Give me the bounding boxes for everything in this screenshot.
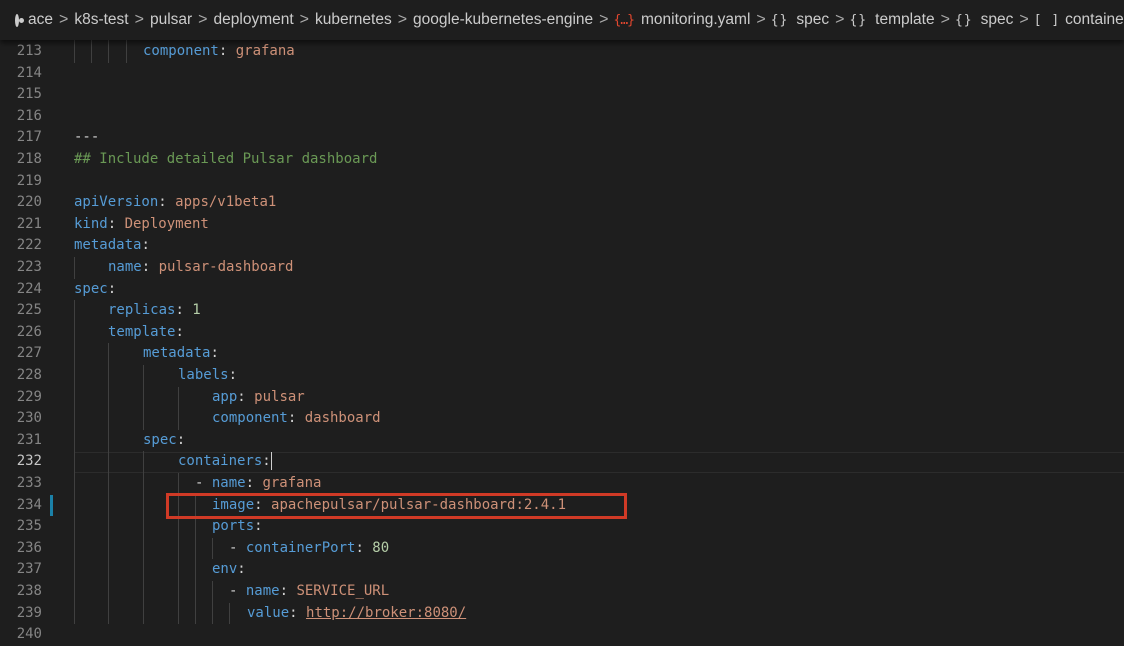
source-control-icon: [15, 13, 24, 27]
breadcrumb-item-file[interactable]: monitoring.yaml: [640, 11, 751, 29]
line-number: 214: [16, 64, 42, 81]
code-line: 226 template:: [0, 321, 1124, 344]
code-line: 238 - name: SERVICE_URL: [0, 581, 1124, 603]
line-number: 236: [16, 539, 42, 556]
code-line: 221 kind: Deployment: [0, 214, 1124, 236]
line-number: 229: [16, 388, 42, 405]
line-number: 213: [16, 43, 42, 59]
document-separator: ---: [74, 129, 100, 146]
chevron-right-icon: >: [134, 11, 144, 28]
breadcrumb-item-spec[interactable]: spec: [795, 11, 830, 29]
service-url-link[interactable]: http://broker:8080/: [306, 605, 466, 621]
breadcrumb-item-template[interactable]: template: [874, 11, 935, 29]
breadcrumb-item-containers[interactable]: containers: [1064, 11, 1124, 29]
code-line: 236 - containerPort: 80: [0, 537, 1124, 560]
code-line: 224 spec:: [0, 279, 1124, 301]
object-symbol-icon: {}: [849, 12, 868, 28]
breadcrumb-item-kubernetes[interactable]: kubernetes: [314, 11, 393, 29]
code-line: 219: [0, 171, 1124, 193]
code-line: 220 apiVersion: apps/v1beta1: [0, 192, 1124, 214]
yaml-file-icon: {…}: [613, 12, 636, 28]
breadcrumb-item-gke[interactable]: google-kubernetes-engine: [412, 11, 594, 29]
breadcrumb-item-ace[interactable]: ace: [27, 11, 54, 29]
line-number: 217: [16, 129, 42, 146]
line-number: 226: [16, 323, 42, 340]
code-line: 239 value: http://broker:8080/: [0, 602, 1124, 625]
code-line: 229 app: pulsar: [0, 386, 1124, 409]
line-number: 234: [16, 496, 42, 513]
text-cursor: [270, 452, 272, 471]
code-line: 233 - name: grafana: [0, 473, 1124, 495]
code-line: 223 name: pulsar-dashboard: [0, 257, 1124, 279]
object-symbol-icon: {}: [770, 12, 789, 28]
code-line: 240: [0, 624, 1124, 646]
line-number: 220: [16, 194, 42, 211]
code-line: 222 metadata:: [0, 235, 1124, 257]
chevron-right-icon: >: [599, 11, 609, 28]
object-symbol-icon: {}: [954, 12, 973, 28]
breadcrumb-item-deployment[interactable]: deployment: [213, 11, 295, 29]
code-line: 213 component: grafana: [0, 41, 1124, 63]
line-number: 228: [16, 367, 42, 383]
array-symbol-icon: [ ]: [1033, 12, 1061, 28]
chevron-right-icon: >: [198, 11, 208, 28]
breadcrumb-item-pulsar[interactable]: pulsar: [149, 11, 193, 29]
chevron-right-icon: >: [397, 11, 408, 28]
modified-line-indicator: [50, 494, 53, 516]
line-number: 235: [16, 518, 42, 535]
line-number: 219: [16, 172, 42, 189]
code-line: 225 replicas: 1: [0, 300, 1124, 322]
code-line: 227 metadata:: [0, 343, 1124, 365]
line-number: 215: [16, 86, 42, 103]
line-number: 238: [16, 583, 42, 599]
chevron-right-icon: >: [1019, 11, 1029, 28]
line-number: 224: [16, 280, 42, 297]
line-number: 239: [16, 604, 42, 621]
line-number: 222: [16, 237, 42, 254]
code-line: 214: [0, 63, 1124, 85]
line-number: 223: [16, 259, 42, 275]
code-line: 237 env:: [0, 559, 1124, 581]
code-line: 228 labels:: [0, 365, 1124, 387]
line-number: 216: [16, 107, 42, 124]
breadcrumb-item-spec-2[interactable]: spec: [980, 11, 1015, 29]
line-number: 230: [16, 410, 42, 427]
chevron-right-icon: >: [756, 11, 766, 28]
chevron-right-icon: >: [59, 11, 69, 28]
line-number: 227: [16, 345, 42, 362]
line-number: 225: [16, 302, 42, 319]
line-number: 237: [16, 561, 42, 578]
code-line: 215: [0, 84, 1124, 106]
breadcrumb: ace > k8s-test > pulsar > deployment > k…: [0, 0, 1124, 40]
line-number: 221: [16, 215, 42, 232]
code-line: 230 component: dashboard: [0, 408, 1124, 430]
code-line: 216: [0, 106, 1124, 128]
highlight-box: [166, 493, 627, 519]
code-line-current: 232 containers:: [0, 451, 1124, 474]
chevron-right-icon: >: [940, 11, 950, 28]
code-line: 235 ports:: [0, 516, 1124, 538]
code-line: 217 ---: [0, 127, 1124, 149]
code-line: 231 spec:: [0, 429, 1124, 452]
line-number: 231: [16, 431, 42, 448]
breadcrumb-item-k8s-test[interactable]: k8s-test: [73, 11, 129, 29]
chevron-right-icon: >: [835, 11, 845, 28]
line-number: 218: [16, 151, 42, 167]
line-number: 232: [16, 453, 42, 470]
chevron-right-icon: >: [299, 11, 309, 28]
code-comment: ## Include detailed Pulsar dashboard: [74, 151, 378, 167]
code-editor[interactable]: app: pulsar 213 component: grafana 214 2…: [0, 0, 1124, 642]
code-line: 218 ## Include detailed Pulsar dashboard: [0, 149, 1124, 171]
line-number: 233: [16, 475, 42, 491]
line-number: 240: [16, 626, 42, 643]
